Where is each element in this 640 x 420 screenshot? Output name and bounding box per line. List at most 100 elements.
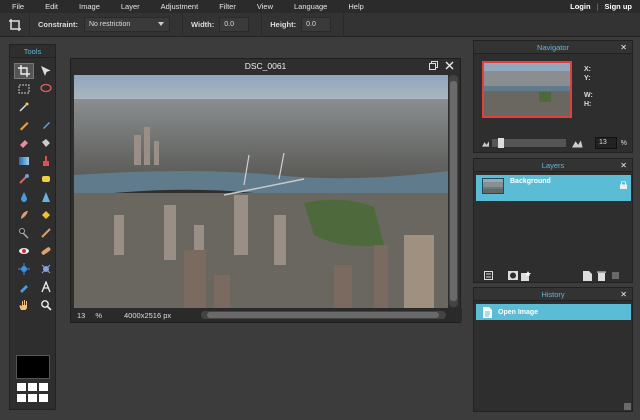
text-icon — [41, 281, 51, 293]
restore-window-icon[interactable] — [429, 61, 438, 70]
magic-wand-tool[interactable] — [14, 99, 34, 115]
menu-filter[interactable]: Filter — [207, 2, 245, 11]
menu-help[interactable]: Help — [336, 2, 372, 11]
sponge-tool[interactable] — [36, 207, 56, 223]
eraser-tool[interactable] — [14, 135, 34, 151]
login-link[interactable]: Login — [570, 2, 590, 11]
canvas-image[interactable] — [74, 75, 448, 308]
history-title: History ✕ — [474, 288, 632, 301]
grid-cell — [17, 394, 26, 402]
menu-language[interactable]: Language — [282, 2, 336, 11]
bucket-tool[interactable] — [36, 135, 56, 151]
hand-tool[interactable] — [14, 297, 34, 313]
lasso-tool[interactable] — [36, 81, 56, 97]
tools-title: Tools — [10, 45, 55, 58]
close-icon[interactable] — [445, 61, 454, 70]
height-input[interactable]: 0.0 — [301, 17, 332, 32]
heal-tool[interactable] — [36, 171, 56, 187]
move-tool[interactable] — [36, 63, 56, 79]
layer-name: Background — [510, 178, 551, 185]
move-icon — [41, 66, 51, 76]
width-label: Width: — [191, 20, 215, 29]
trash-icon[interactable] — [597, 271, 606, 281]
constraint-value: No restriction — [89, 21, 131, 28]
pencil-icon — [20, 122, 29, 131]
sharpen-tool[interactable] — [36, 189, 56, 205]
signup-link[interactable]: Sign up — [605, 2, 633, 11]
smudge-tool[interactable] — [14, 207, 34, 223]
zoom-in-icon[interactable] — [572, 139, 583, 148]
divider — [261, 12, 263, 37]
close-icon[interactable]: ✕ — [620, 159, 627, 172]
layer-mask-icon[interactable] — [508, 271, 518, 280]
pencil-tool[interactable] — [14, 117, 34, 133]
tools-panel: Tools — [9, 44, 56, 410]
tool-grid-toggle[interactable] — [17, 383, 49, 403]
dodge-tool[interactable] — [14, 225, 34, 241]
constraint-select[interactable]: No restriction — [84, 17, 170, 32]
layer-style-icon[interactable] — [521, 270, 531, 281]
eye-icon — [19, 248, 29, 254]
history-title-text: History — [541, 290, 565, 299]
menu-adjustment[interactable]: Adjustment — [149, 2, 208, 11]
zoom-tool[interactable] — [36, 297, 56, 313]
vertical-scrollbar[interactable] — [449, 75, 458, 307]
marquee-tool[interactable] — [14, 81, 34, 97]
bloat-tool[interactable] — [14, 261, 34, 277]
close-icon[interactable]: ✕ — [620, 288, 627, 301]
scroll-thumb[interactable] — [450, 81, 457, 301]
menu-view[interactable]: View — [245, 2, 282, 11]
lasso-icon — [40, 83, 52, 93]
divider — [343, 12, 345, 37]
menu-separator: | — [596, 2, 599, 11]
blur-tool[interactable] — [14, 189, 34, 205]
type-tool[interactable] — [36, 279, 56, 295]
burn-tool[interactable] — [36, 225, 56, 241]
document-window: DSC_0061 13 % 4000x2516 px — [70, 58, 462, 323]
paint-bucket-icon — [42, 139, 50, 147]
zoom-out-icon[interactable] — [482, 140, 490, 147]
primary-color-swatch[interactable] — [16, 355, 50, 379]
color-picker-tool[interactable] — [14, 279, 34, 295]
layers-title: Layers ✕ — [474, 159, 632, 172]
history-item-label: Open Image — [498, 308, 539, 316]
navigator-preview[interactable] — [482, 61, 572, 118]
menu-file[interactable]: File — [0, 2, 33, 11]
close-icon[interactable]: ✕ — [620, 41, 627, 54]
new-layer-icon[interactable] — [583, 270, 592, 281]
bandage-icon — [41, 247, 51, 255]
red-eye-tool[interactable] — [14, 243, 34, 259]
navigator-info: X: Y: W: H: — [584, 65, 593, 109]
zoom-input[interactable]: 13 — [594, 137, 617, 149]
zoom-value[interactable]: 13 — [77, 311, 85, 320]
menu-layer[interactable]: Layer — [109, 2, 149, 11]
magic-wand-icon — [19, 102, 29, 112]
account-links: Login | Sign up — [570, 0, 632, 13]
lock-icon — [620, 181, 627, 189]
zoom-row: 13 % — [482, 137, 627, 149]
menu-bar: File Edit Image Layer Adjustment Filter … — [0, 0, 640, 13]
menu-edit[interactable]: Edit — [33, 2, 67, 11]
resize-handle[interactable] — [624, 403, 631, 410]
menu-image[interactable]: Image — [67, 2, 109, 11]
spot-heal-tool[interactable] — [36, 243, 56, 259]
horizontal-scrollbar[interactable] — [201, 311, 446, 319]
resize-handle[interactable] — [612, 272, 619, 279]
gradient-icon — [19, 157, 29, 165]
gradient-tool[interactable] — [14, 153, 34, 169]
width-input[interactable]: 0.0 — [219, 17, 250, 32]
h-label: H: — [584, 101, 592, 108]
zoom-slider[interactable] — [492, 138, 567, 148]
layer-item[interactable]: Background — [476, 175, 631, 201]
scroll-thumb[interactable] — [207, 312, 439, 318]
stamp-tool[interactable] — [36, 153, 56, 169]
brush-tool[interactable] — [36, 117, 56, 133]
pinch-tool[interactable] — [36, 261, 56, 277]
history-item[interactable]: Open Image — [476, 304, 631, 320]
crop-tool[interactable] — [14, 63, 34, 79]
layer-toolbar — [474, 269, 632, 282]
layer-settings-icon[interactable] — [484, 271, 493, 280]
brush-icon — [43, 122, 50, 129]
zoom-slider-handle[interactable] — [498, 138, 505, 148]
color-replace-tool[interactable] — [14, 171, 34, 187]
